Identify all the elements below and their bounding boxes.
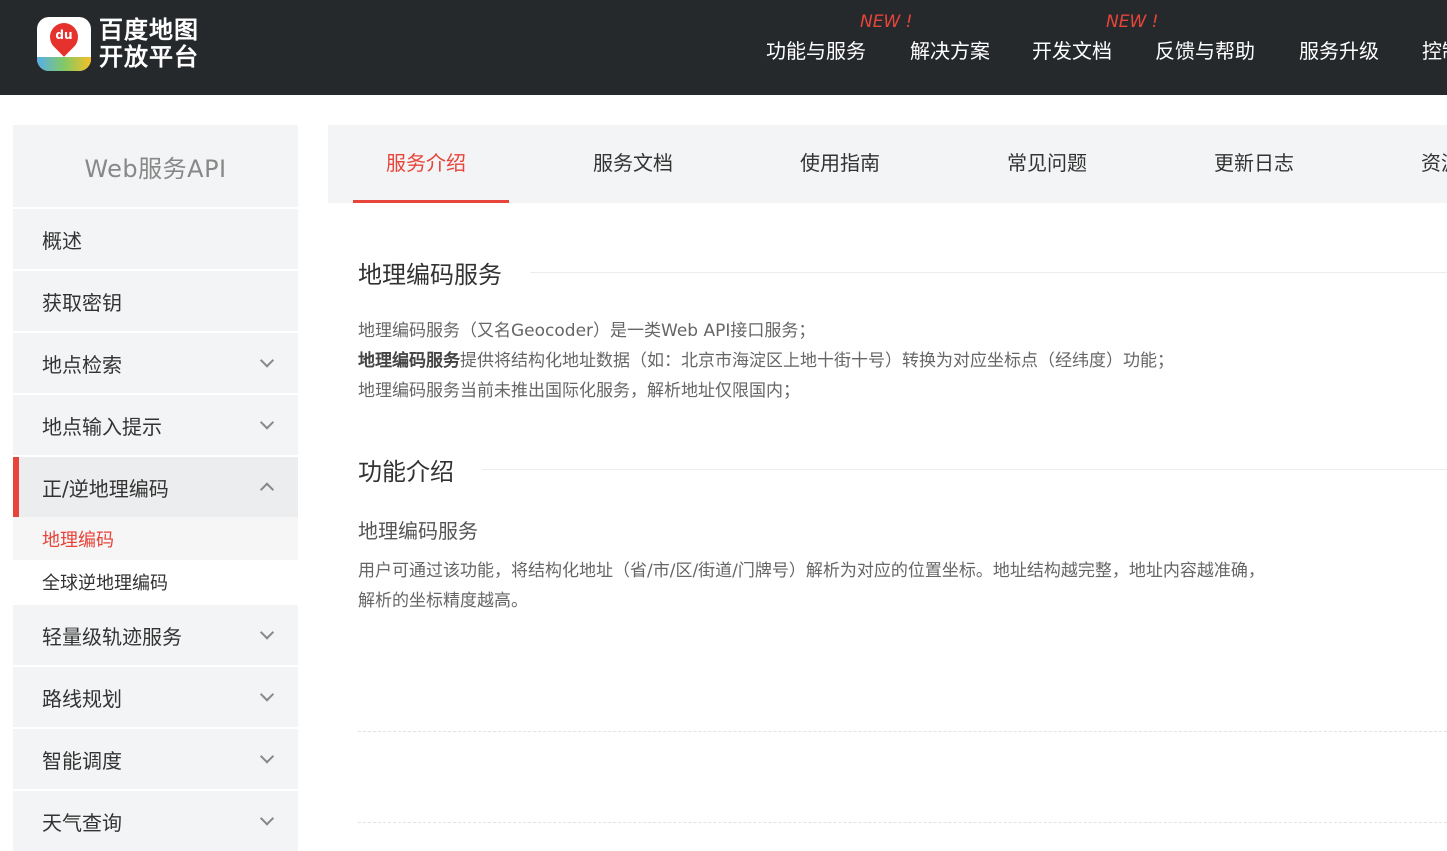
sidebar-item-place-search[interactable]: 地点检索 [13,333,298,393]
chevron-down-icon [260,625,274,639]
new-badge: NEW ! [860,12,913,32]
sidebar-item-label: 智能调度 [42,745,122,774]
sidebar-item-label: 地点检索 [42,349,122,378]
nav-feedback-help[interactable]: 反馈与帮助 [1155,35,1255,64]
chevron-down-icon [260,811,274,825]
divider [482,469,1447,470]
section-header: 地理编码服务 [358,255,1447,290]
sidebar-item-get-key[interactable]: 获取密钥 [13,271,298,331]
nav-dev-docs[interactable]: 开发文档 [1032,35,1112,64]
subsection-title: 地理编码服务 [358,515,1447,544]
nav-functions-services[interactable]: 功能与服务 [766,35,866,64]
tab-service-docs[interactable]: 服务文档 [593,125,673,203]
dashed-divider [358,822,1447,823]
sidebar-item-weather[interactable]: 天气查询 [13,791,298,851]
section-header: 功能介绍 [358,452,1447,487]
sidebar: Web服务API 概述 获取密钥 地点检索 地点输入提示 正/逆地理编码 地理编… [13,125,298,851]
tab-usage-guide[interactable]: 使用指南 [800,125,880,203]
sidebar-subitem-reverse-geocoder[interactable]: 全球逆地理编码 [13,560,298,603]
chevron-down-icon [260,749,274,763]
sidebar-subitem-geocoder[interactable]: 地理编码 [13,517,298,560]
sidebar-item-label: 天气查询 [42,807,122,836]
tab-changelog[interactable]: 更新日志 [1214,125,1294,203]
sidebar-item-label: 轻量级轨迹服务 [42,621,182,650]
divider [530,272,1447,273]
sidebar-item-overview[interactable]: 概述 [13,209,298,269]
nav-service-upgrade[interactable]: 服务升级 [1299,35,1379,64]
feature-paragraph: 用户可通过该功能，将结构化地址（省/市/区/街道/门牌号）解析为对应的位置坐标。… [358,556,1447,616]
main-content: 地理编码服务 地理编码服务（又名Geocoder）是一类Web API接口服务；… [358,203,1447,616]
tab-service-intro[interactable]: 服务介绍 [386,125,466,203]
sidebar-item-route-planning[interactable]: 路线规划 [13,667,298,727]
new-badge: NEW ! [1106,12,1159,32]
baidu-map-logo[interactable]: du 百度地图 开放平台 [37,17,199,71]
sidebar-item-geocoding[interactable]: 正/逆地理编码 [13,457,298,517]
chevron-up-icon [260,482,274,496]
intro-paragraph: 地理编码服务（又名Geocoder）是一类Web API接口服务； 地理编码服务… [358,316,1447,406]
tab-resources[interactable]: 资源下载 [1421,125,1447,203]
chevron-down-icon [260,687,274,701]
sidebar-title: Web服务API [13,125,298,207]
nav-console[interactable]: 控制台 [1422,35,1447,64]
nav-solutions[interactable]: 解决方案 [910,35,990,64]
sidebar-item-label: 正/逆地理编码 [42,473,169,502]
top-header: du 百度地图 开放平台 NEW ! 功能与服务 解决方案 NEW ! 开发文档… [0,0,1447,95]
sidebar-item-label: 概述 [42,225,82,254]
chevron-down-icon [260,353,274,367]
sidebar-item-label: 路线规划 [42,683,122,712]
sidebar-item-lite-track[interactable]: 轻量级轨迹服务 [13,605,298,665]
logo-text: 百度地图 开放平台 [99,17,199,71]
dashed-divider [358,731,1447,732]
sidebar-item-dispatch[interactable]: 智能调度 [13,729,298,789]
tab-faq[interactable]: 常见问题 [1007,125,1087,203]
section-title: 功能介绍 [358,452,454,487]
sidebar-item-label: 地点输入提示 [42,411,162,440]
map-pin-icon: du [37,17,91,71]
doc-tabs: 服务介绍 服务文档 使用指南 常见问题 更新日志 资源下载 [328,125,1447,203]
section-title: 地理编码服务 [358,255,502,290]
sidebar-item-place-suggestion[interactable]: 地点输入提示 [13,395,298,455]
sidebar-item-label: 获取密钥 [42,287,122,316]
chevron-down-icon [260,415,274,429]
